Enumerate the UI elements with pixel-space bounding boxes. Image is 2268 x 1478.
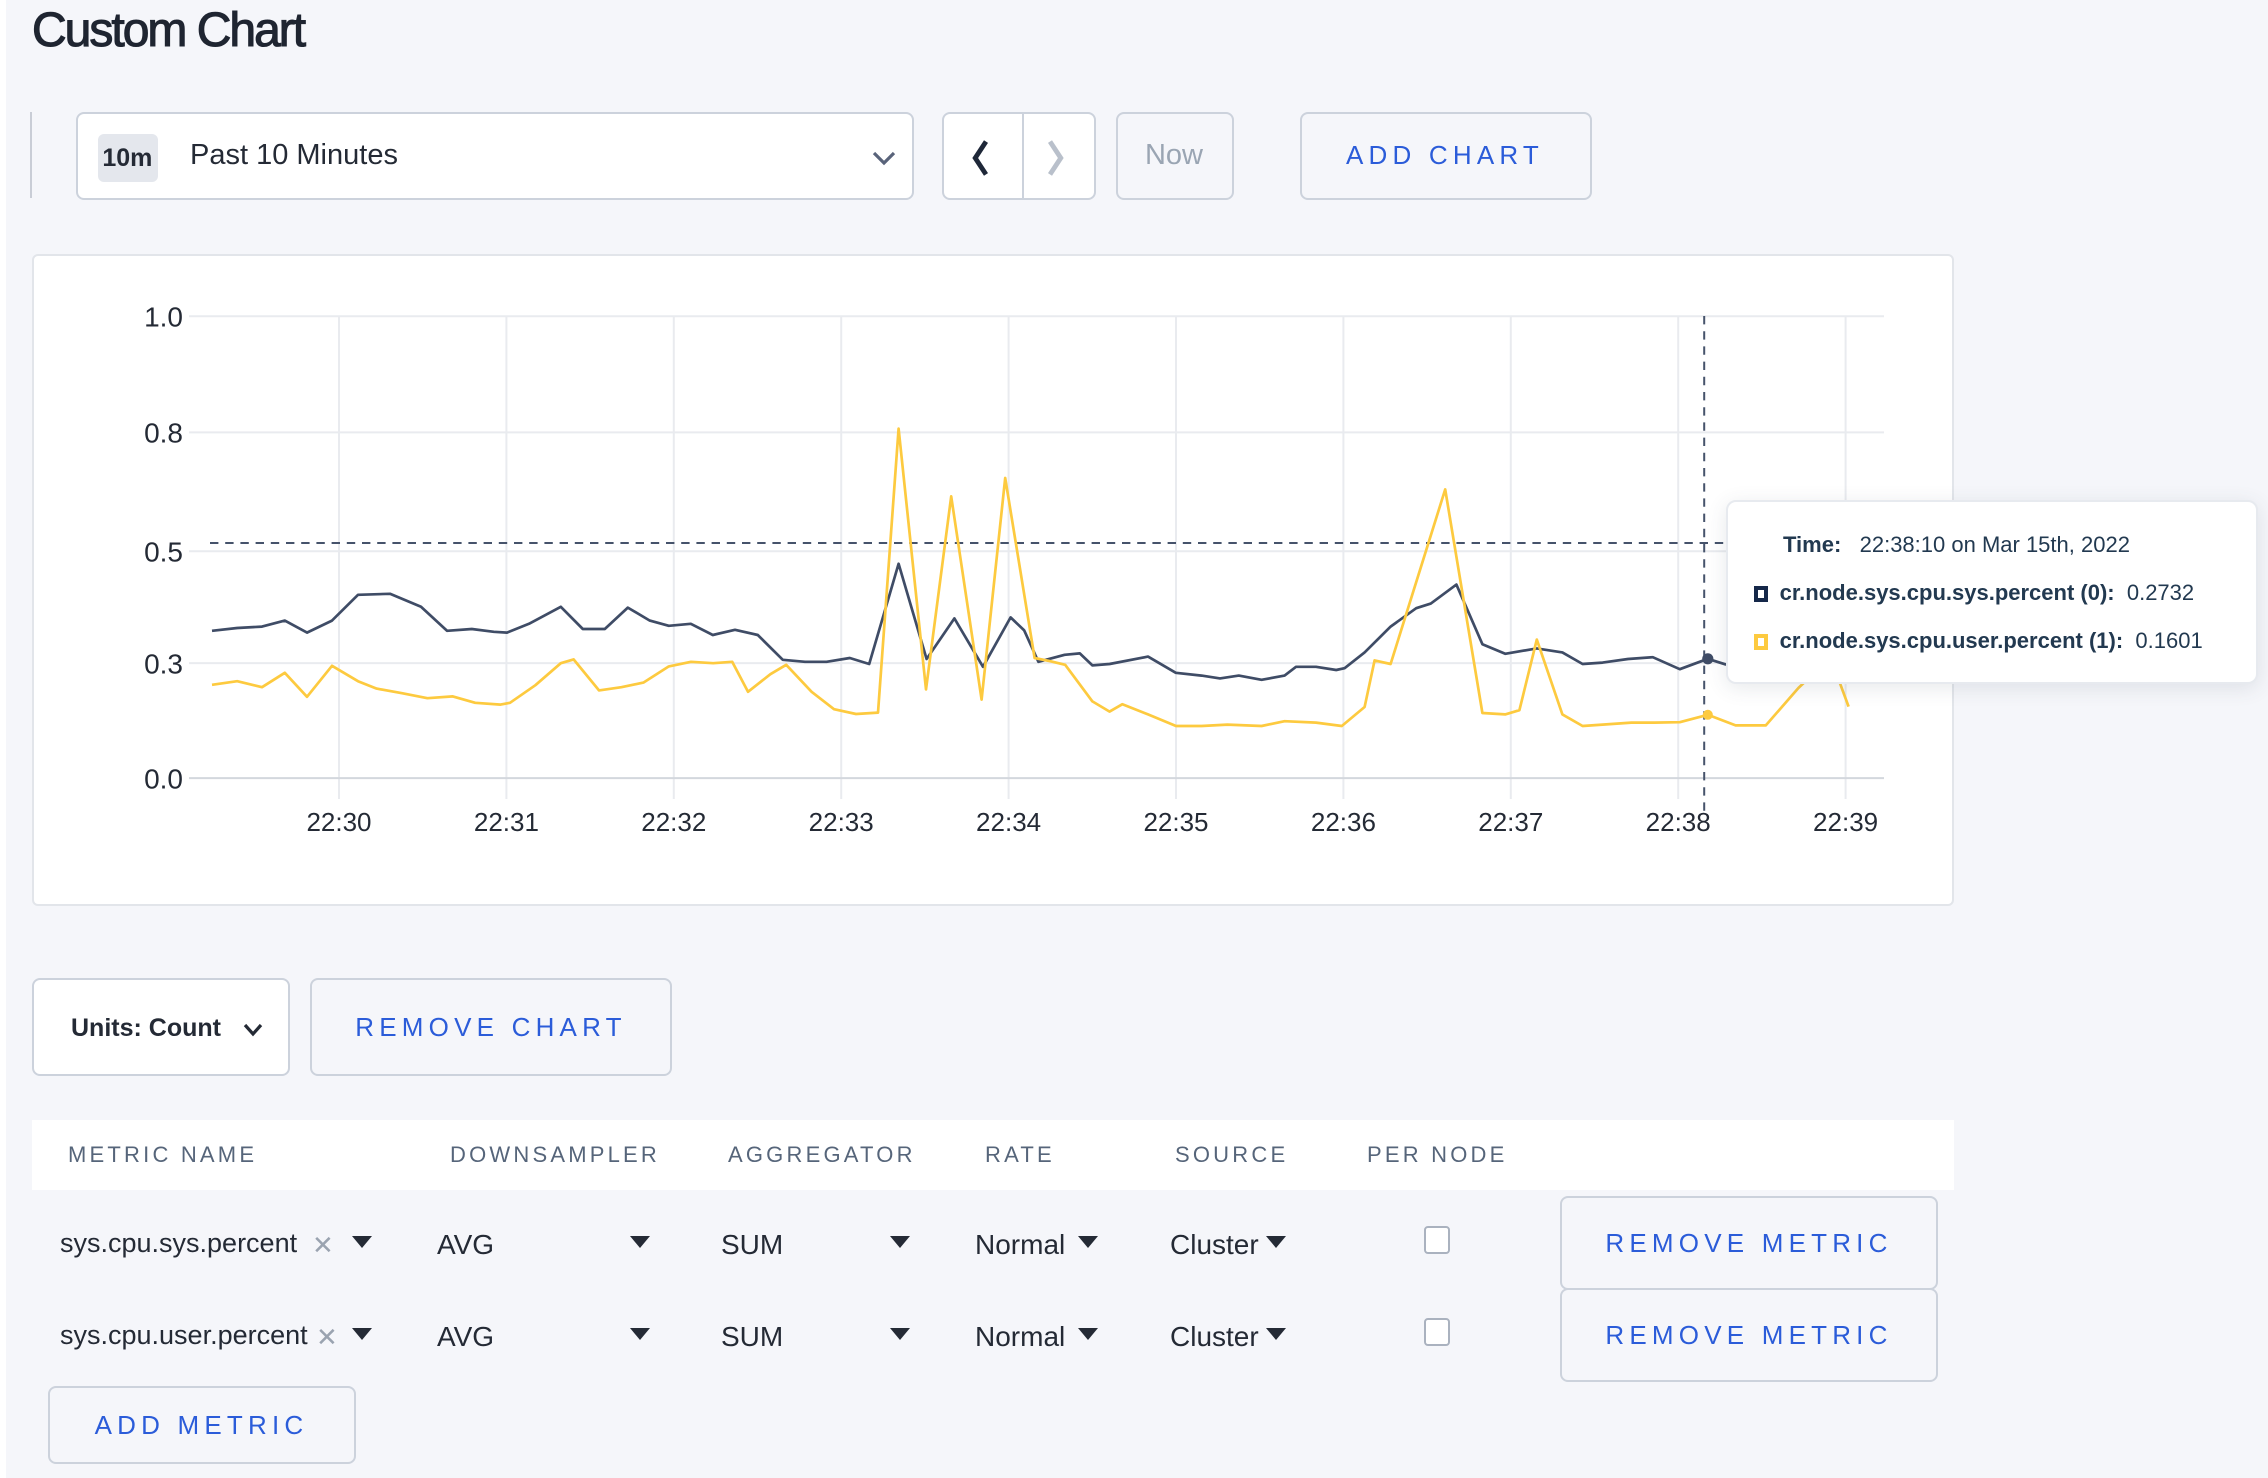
svg-text:22:35: 22:35 [1143,806,1208,836]
svg-text:1.0: 1.0 [144,301,183,332]
svg-text:22:32: 22:32 [641,806,706,836]
svg-text:22:37: 22:37 [1478,806,1543,836]
svg-text:22:38: 22:38 [1646,806,1711,836]
svg-text:0.5: 0.5 [144,536,183,567]
svg-text:0.8: 0.8 [144,417,183,448]
svg-text:22:30: 22:30 [306,806,371,836]
svg-text:0.0: 0.0 [144,762,183,793]
svg-text:22:34: 22:34 [976,806,1041,836]
svg-text:22:31: 22:31 [474,806,539,836]
svg-text:22:33: 22:33 [809,806,874,836]
svg-text:22:39: 22:39 [1813,806,1878,836]
svg-text:0.3: 0.3 [144,647,183,678]
svg-text:22:36: 22:36 [1311,806,1376,836]
